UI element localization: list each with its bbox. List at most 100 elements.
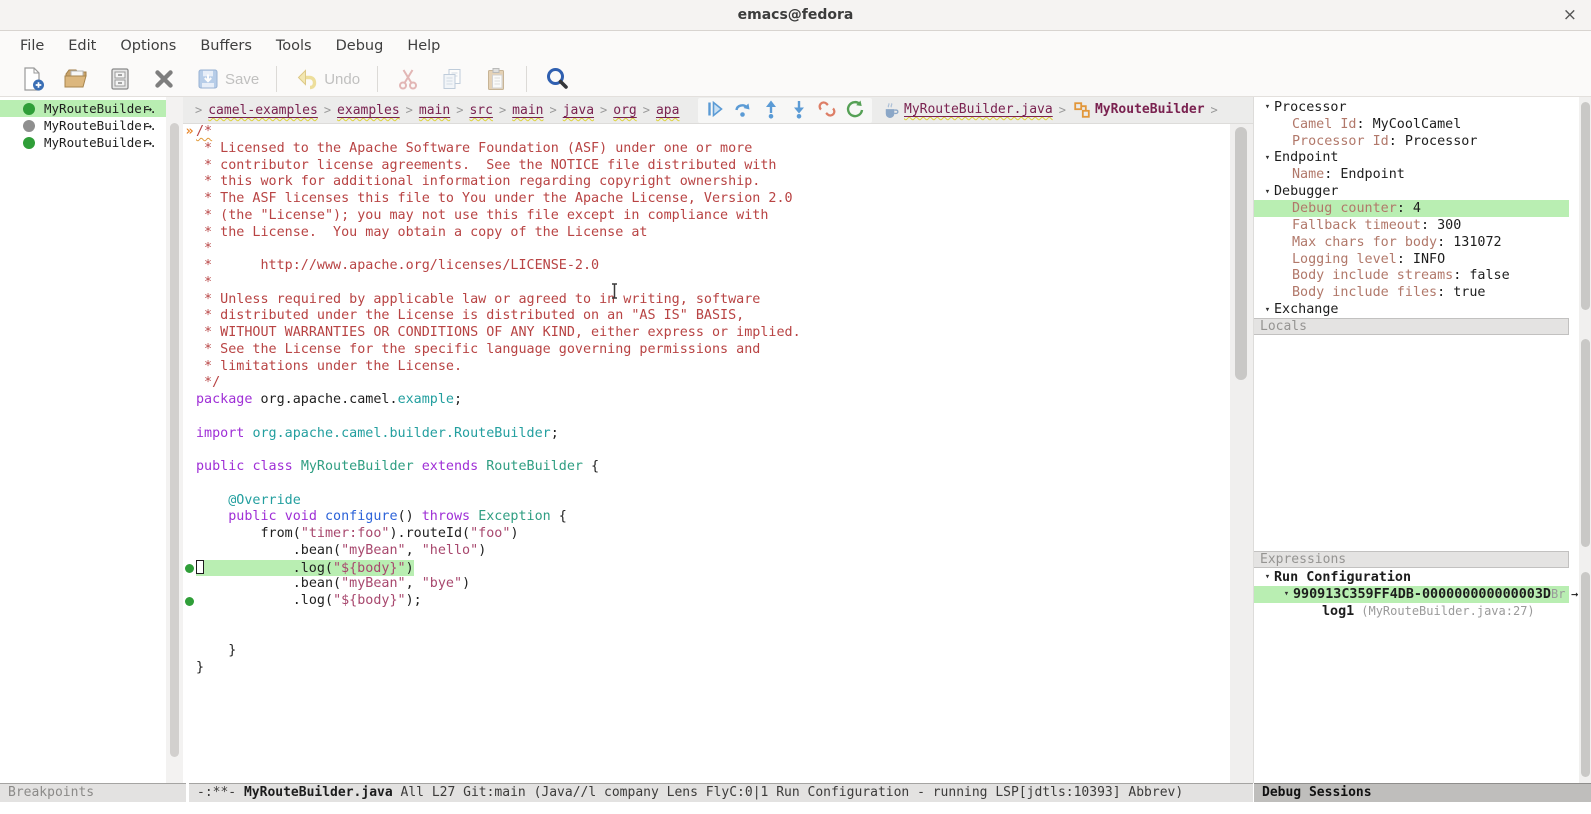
- paste-button[interactable]: [483, 66, 509, 92]
- code-line[interactable]: .log("${body}"): [183, 560, 1230, 577]
- breakpoint-list-item[interactable]: MyRouteBuilder.→: [0, 100, 166, 117]
- debug-disconnect-button[interactable]: [816, 100, 839, 122]
- code-line[interactable]: .bean("myBean", "hello"): [183, 543, 1230, 560]
- session-tree-row[interactable]: Name: Endpoint: [1254, 166, 1569, 183]
- search-button[interactable]: [544, 66, 570, 92]
- code-line[interactable]: * The ASF licenses this file to You unde…: [183, 191, 1230, 208]
- session-tree-row[interactable]: ▾Endpoint: [1254, 150, 1569, 167]
- code-line[interactable]: * http://www.apache.org/licenses/LICENSE…: [183, 258, 1230, 275]
- code-line[interactable]: public class MyRouteBuilder extends Rout…: [183, 459, 1230, 476]
- code-line[interactable]: * this work for additional information r…: [183, 174, 1230, 191]
- scrollbar-thumb[interactable]: [1581, 339, 1590, 547]
- copy-button[interactable]: [439, 66, 465, 92]
- code-line[interactable]: * limitations under the License.: [183, 359, 1230, 376]
- close-buffer-button[interactable]: [151, 66, 177, 92]
- code-line[interactable]: */: [183, 375, 1230, 392]
- code-line[interactable]: * Unless required by applicable law or a…: [183, 292, 1230, 309]
- expand-arrow-icon[interactable]: ▾: [1261, 572, 1274, 582]
- code-line[interactable]: }: [183, 643, 1230, 660]
- breadcrumb-item[interactable]: java: [563, 103, 594, 118]
- breakpoints-scrollbar[interactable]: [166, 97, 183, 783]
- expand-arrow-icon[interactable]: ▾: [1261, 305, 1274, 315]
- save-button[interactable]: Save: [195, 66, 259, 92]
- debug-restart-button[interactable]: [844, 100, 867, 122]
- code-line[interactable]: [183, 442, 1230, 459]
- breakpoint-list-item[interactable]: MyRouteBuilder.→: [0, 134, 166, 151]
- breadcrumb-symbol[interactable]: MyRouteBuilder: [1095, 97, 1205, 123]
- debug-step-out-button[interactable]: [760, 100, 783, 122]
- session-tree-row[interactable]: Body include files: true: [1254, 284, 1569, 301]
- debug-step-over-button[interactable]: [732, 100, 755, 122]
- expand-arrow-icon[interactable]: ▾: [1261, 102, 1274, 112]
- code-line[interactable]: from("timer:foo").routeId("foo"): [183, 526, 1230, 543]
- code-line[interactable]: .bean("myBean", "bye"): [183, 576, 1230, 593]
- menu-tools[interactable]: Tools: [264, 31, 324, 62]
- code-line[interactable]: @Override: [183, 493, 1230, 510]
- code-line[interactable]: }: [183, 660, 1230, 677]
- expression-tree-row[interactable]: ▾Run Configuration: [1254, 569, 1569, 586]
- code-line[interactable]: * WITHOUT WARRANTIES OR CONDITIONS OF AN…: [183, 325, 1230, 342]
- expression-tree-row[interactable]: log1(MyRouteBuilder.java:27): [1254, 603, 1569, 620]
- code-line[interactable]: *: [183, 241, 1230, 258]
- debug-panel-scrollbar[interactable]: [1579, 97, 1591, 783]
- code-buffer[interactable]: »/* * Licensed to the Apache Software Fo…: [183, 124, 1230, 783]
- scrollbar-thumb[interactable]: [170, 123, 179, 757]
- expression-tree-row[interactable]: ▾990913C359FF4DB-000000000000003DBr→: [1254, 586, 1569, 603]
- scrollbar-thumb[interactable]: [1581, 572, 1590, 777]
- session-tree-row[interactable]: Body include streams: false: [1254, 267, 1569, 284]
- code-line[interactable]: * (the "License"); you may not use this …: [183, 208, 1230, 225]
- session-tree-row[interactable]: ▾Processor: [1254, 99, 1569, 116]
- session-tree-row[interactable]: Fallback timeout: 300: [1254, 217, 1569, 234]
- code-line[interactable]: [183, 409, 1230, 426]
- code-line[interactable]: * the License. You may obtain a copy of …: [183, 225, 1230, 242]
- echo-area[interactable]: [0, 802, 1591, 814]
- editor-scrollbar[interactable]: [1230, 124, 1253, 783]
- code-line[interactable]: * Licensed to the Apache Software Founda…: [183, 141, 1230, 158]
- code-line[interactable]: [183, 627, 1230, 644]
- expand-arrow-icon[interactable]: ▾: [1261, 187, 1274, 197]
- code-line[interactable]: public void configure() throws Exception…: [183, 509, 1230, 526]
- code-line[interactable]: [183, 610, 1230, 627]
- debug-step-in-button[interactable]: [788, 100, 811, 122]
- session-tree-row[interactable]: ▾Exchange: [1254, 301, 1569, 318]
- session-tree-row[interactable]: Camel Id: MyCoolCamel: [1254, 116, 1569, 133]
- session-tree-row[interactable]: Max chars for body: 131072: [1254, 234, 1569, 251]
- breadcrumb-file[interactable]: MyRouteBuilder.java: [904, 97, 1053, 123]
- code-line[interactable]: * See the License for the specific langu…: [183, 342, 1230, 359]
- scrollbar-thumb[interactable]: [1581, 102, 1590, 310]
- undo-button[interactable]: Undo: [294, 66, 360, 92]
- breadcrumb-item[interactable]: main: [419, 103, 450, 118]
- cut-button[interactable]: [395, 66, 421, 92]
- close-window-button[interactable]: ×: [1563, 0, 1577, 30]
- new-file-button[interactable]: [19, 66, 45, 92]
- menu-options[interactable]: Options: [108, 31, 188, 62]
- menu-help[interactable]: Help: [395, 31, 452, 62]
- breakpoint-list-item[interactable]: MyRouteBuilder.→: [0, 117, 166, 134]
- debug-continue-button[interactable]: [704, 100, 727, 122]
- code-line[interactable]: * contributor license agreements. See th…: [183, 158, 1230, 175]
- session-tree-row[interactable]: Debug counter: 4: [1254, 200, 1569, 217]
- expand-arrow-icon[interactable]: ▾: [1280, 589, 1293, 599]
- menu-buffers[interactable]: Buffers: [188, 31, 264, 62]
- breadcrumb-item[interactable]: src: [469, 103, 492, 118]
- code-line[interactable]: [183, 476, 1230, 493]
- code-line[interactable]: *: [183, 275, 1230, 292]
- menu-file[interactable]: File: [8, 31, 56, 62]
- scrollbar-thumb[interactable]: [1235, 127, 1247, 380]
- breadcrumb-item[interactable]: org: [613, 103, 636, 118]
- dired-button[interactable]: [107, 66, 133, 92]
- code-line[interactable]: import org.apache.camel.builder.RouteBui…: [183, 426, 1230, 443]
- breadcrumb-item[interactable]: main: [512, 103, 543, 118]
- code-line[interactable]: »/*: [183, 124, 1230, 141]
- session-tree-row[interactable]: Processor Id: Processor: [1254, 133, 1569, 150]
- session-tree-row[interactable]: ▾Debugger: [1254, 183, 1569, 200]
- code-line[interactable]: * distributed under the License is distr…: [183, 308, 1230, 325]
- menu-edit[interactable]: Edit: [56, 31, 108, 62]
- expand-arrow-icon[interactable]: ▾: [1261, 153, 1274, 163]
- menu-debug[interactable]: Debug: [324, 31, 396, 62]
- breadcrumb-item[interactable]: camel-examples: [208, 103, 318, 118]
- code-line[interactable]: .log("${body}");: [183, 593, 1230, 610]
- open-file-button[interactable]: [63, 66, 89, 92]
- breadcrumb-item[interactable]: examples: [337, 103, 400, 118]
- breadcrumb-item[interactable]: apa: [656, 103, 679, 118]
